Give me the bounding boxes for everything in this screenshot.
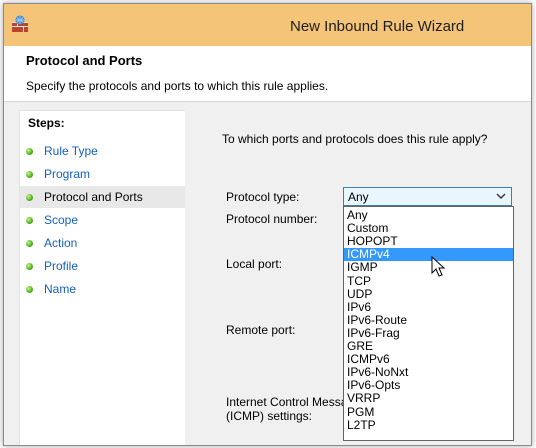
green-dot-icon xyxy=(26,171,33,178)
step-action[interactable]: Action xyxy=(20,232,185,254)
dropdown-option[interactable]: IPv6-Opts xyxy=(344,379,513,392)
step-label[interactable]: Protocol and Ports xyxy=(44,190,143,204)
protocol-type-value: Any xyxy=(348,190,369,204)
dropdown-option[interactable]: VRRP xyxy=(344,392,513,405)
dropdown-option[interactable]: IPv6 xyxy=(344,300,513,314)
dropdown-option[interactable]: Any xyxy=(344,209,513,222)
steps-heading: Steps: xyxy=(28,116,65,130)
wizard-window: New Inbound Rule Wizard Protocol and Por… xyxy=(3,3,532,446)
dropdown-option[interactable]: Custom xyxy=(344,222,513,235)
step-program[interactable]: Program xyxy=(20,163,185,185)
green-dot-icon xyxy=(26,286,33,293)
steps-panel: Steps: Rule Type Program Protocol and Po… xyxy=(19,110,185,445)
protocol-type-label: Protocol type: xyxy=(226,190,300,204)
green-dot-icon xyxy=(26,217,33,224)
protocol-type-dropdown-list[interactable]: Any Custom HOPOPT ICMPv4 IGMP TCP UDP IPv6 IPv6-… xyxy=(343,206,514,441)
question-text: To which ports and protocols does this r… xyxy=(222,132,488,146)
dropdown-option[interactable]: IPv6-Frag xyxy=(344,326,513,340)
dropdown-option[interactable]: GRE xyxy=(344,340,513,353)
dropdown-option[interactable]: IGMP xyxy=(344,261,513,274)
dropdown-option[interactable]: TCP xyxy=(344,274,513,288)
icmp-settings-label-line1: Internet Control Message xyxy=(226,395,361,409)
dropdown-option[interactable]: L2TP xyxy=(344,418,513,432)
step-name[interactable]: Name xyxy=(20,278,185,300)
step-scope[interactable]: Scope xyxy=(20,209,185,231)
step-label[interactable]: Profile xyxy=(44,259,78,273)
step-rule-type[interactable]: Rule Type xyxy=(20,140,185,162)
step-profile[interactable]: Profile xyxy=(20,255,185,277)
mouse-pointer-icon xyxy=(431,256,446,277)
dropdown-option[interactable]: UDP xyxy=(344,287,513,301)
local-port-label: Local port: xyxy=(226,257,283,271)
dropdown-option[interactable]: HOPOPT xyxy=(344,235,513,248)
title-bar[interactable]: New Inbound Rule Wizard xyxy=(4,4,531,46)
step-label[interactable]: Program xyxy=(44,167,90,181)
dropdown-option[interactable]: ICMPv4 xyxy=(344,248,513,262)
green-dot-icon xyxy=(26,240,33,247)
chevron-down-icon xyxy=(496,193,506,199)
dropdown-option[interactable]: IPv6-Route xyxy=(344,313,513,327)
green-dot-icon xyxy=(26,263,33,270)
dropdown-option[interactable]: ICMPv6 xyxy=(344,353,513,366)
step-label[interactable]: Name xyxy=(44,282,76,296)
step-label[interactable]: Action xyxy=(44,236,77,250)
step-label[interactable]: Scope xyxy=(44,213,78,227)
page-subtitle: Specify the protocols and ports to which… xyxy=(26,79,329,93)
page-title: Protocol and Ports xyxy=(26,53,143,68)
remote-port-label: Remote port: xyxy=(226,323,296,337)
step-label[interactable]: Rule Type xyxy=(44,144,98,158)
window-title: New Inbound Rule Wizard xyxy=(290,18,465,35)
firewall-icon xyxy=(12,15,28,32)
protocol-number-label: Protocol number: xyxy=(226,212,318,226)
green-dot-icon xyxy=(26,194,33,201)
protocol-type-select[interactable]: Any xyxy=(343,187,512,206)
green-dot-icon xyxy=(26,148,33,155)
wizard-body: Steps: Rule Type Program Protocol and Po… xyxy=(4,102,531,445)
icmp-settings-label-line2: (ICMP) settings: xyxy=(226,409,313,423)
step-protocol-and-ports[interactable]: Protocol and Ports xyxy=(20,186,185,208)
dropdown-option[interactable]: PGM xyxy=(344,405,513,419)
dropdown-option[interactable]: IPv6-NoNxt xyxy=(344,366,513,379)
wizard-header: Protocol and Ports Specify the protocols… xyxy=(4,46,531,102)
